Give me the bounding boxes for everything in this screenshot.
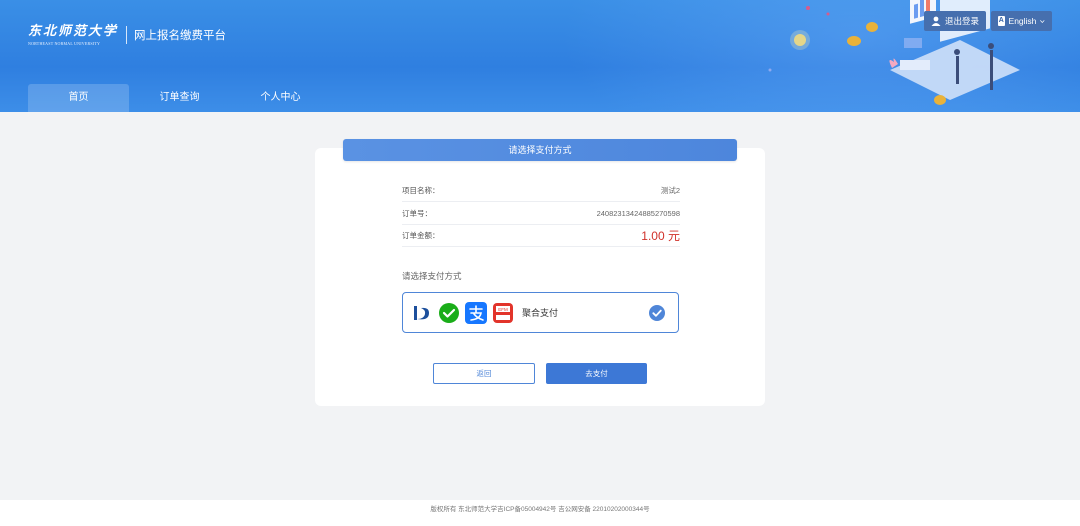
payment-method-name: 聚合支付 (522, 308, 559, 318)
amount-label: 订单金额： (402, 231, 440, 240)
alipay-icon (465, 301, 487, 324)
main-nav: 首页 订单查询 个人中心 (28, 84, 331, 112)
platform-title: 网上报名缴费平台 (134, 30, 227, 42)
payment-method-option[interactable]: EFM 聚合支付 (402, 292, 679, 333)
chevron-down-icon (1040, 19, 1045, 23)
header: 东北师范大学 NORTHEAST NORMAL UNIVERSITY 网上报名缴… (0, 0, 1080, 112)
project-value: 测试2 (660, 186, 680, 195)
nav-item-order-query[interactable]: 订单查询 (129, 84, 230, 112)
payment-method-prompt: 请选择支付方式 (402, 271, 462, 281)
logout-label: 退出登录 (945, 16, 980, 26)
project-row: 项目名称： 测试2 (402, 180, 680, 202)
logo-text: 东北师范大学 NORTHEAST NORMAL UNIVERSITY (28, 23, 119, 46)
language-switch-button[interactable]: A English (991, 11, 1052, 31)
logo[interactable]: 东北师范大学 NORTHEAST NORMAL UNIVERSITY 网上报名缴… (28, 22, 226, 48)
bank-icon (411, 302, 433, 324)
language-icon: A (998, 16, 1005, 26)
amount-row: 订单金额： 1.00 元 (402, 225, 680, 247)
svg-text:EFM: EFM (498, 307, 508, 312)
nav-item-personal-center[interactable]: 个人中心 (230, 84, 331, 112)
payment-icons: EFM (411, 301, 514, 324)
back-button[interactable]: 返回 (433, 363, 535, 384)
order-no-value: 2408231342488527059​8 (596, 209, 680, 218)
logo-en: NORTHEAST NORMAL UNIVERSITY (28, 40, 101, 46)
order-no-row: 订单号： 2408231342488527059​8 (402, 203, 680, 225)
payment-title: 请选择支付方式 (343, 139, 737, 161)
footer-copyright: 版权所有 东北师范大学吉ICP备05004942号 吉公网安备 22010202… (0, 500, 1080, 526)
nav-item-home[interactable]: 首页 (28, 84, 129, 112)
project-label: 项目名称： (402, 186, 440, 195)
logo-divider (126, 26, 128, 44)
language-label: English (1008, 16, 1037, 26)
cash-register-icon: EFM (492, 302, 514, 324)
order-no-label: 订单号： (402, 209, 432, 218)
user-icon (931, 16, 941, 26)
amount-value: 1.00 元 (641, 229, 680, 243)
check-circle-icon (649, 305, 665, 321)
wechat-pay-icon (438, 302, 460, 324)
pay-button[interactable]: 去支付 (546, 363, 647, 384)
logout-button[interactable]: 退出登录 (924, 11, 986, 31)
logo-cn: 东北师范大学 (28, 23, 119, 39)
